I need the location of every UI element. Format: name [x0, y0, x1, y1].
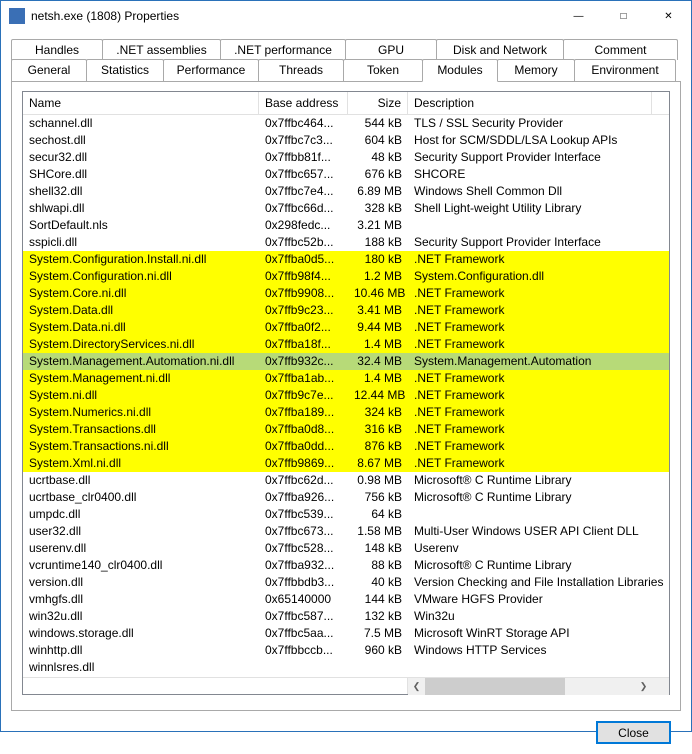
- column-name[interactable]: Name: [23, 92, 259, 114]
- listview-header[interactable]: Name Base address Size Description: [23, 92, 669, 115]
- table-row[interactable]: System.Xml.ni.dll0x7ffb9869...8.67 MB.NE…: [23, 455, 669, 472]
- tab-handles[interactable]: Handles: [11, 39, 103, 60]
- table-row[interactable]: sechost.dll0x7ffbc7c3...604 kBHost for S…: [23, 132, 669, 149]
- column-base-address[interactable]: Base address: [259, 92, 348, 114]
- tab--net-assemblies[interactable]: .NET assemblies: [102, 39, 221, 60]
- tabs-row-2: GeneralStatisticsPerformanceThreadsToken…: [11, 59, 681, 82]
- close-window-button[interactable]: ✕: [646, 1, 691, 31]
- column-description[interactable]: Description: [408, 92, 652, 114]
- table-row[interactable]: System.Core.ni.dll0x7ffb9908...10.46 MB.…: [23, 285, 669, 302]
- tab-gpu[interactable]: GPU: [345, 39, 437, 60]
- table-row[interactable]: secur32.dll0x7ffbb81f...48 kBSecurity Su…: [23, 149, 669, 166]
- title-bar[interactable]: netsh.exe (1808) Properties — □ ✕: [1, 1, 691, 31]
- tab--net-performance[interactable]: .NET performance: [220, 39, 346, 60]
- close-button[interactable]: Close: [596, 721, 671, 744]
- horizontal-scrollbar[interactable]: ❮ ❯: [23, 677, 669, 694]
- table-row[interactable]: System.Configuration.Install.ni.dll0x7ff…: [23, 251, 669, 268]
- scroll-left-icon[interactable]: ❮: [408, 678, 425, 695]
- dialog-footer: Close: [11, 711, 681, 744]
- table-row[interactable]: System.Numerics.ni.dll0x7ffba189...324 k…: [23, 404, 669, 421]
- table-row[interactable]: vcruntime140_clr0400.dll0x7ffba932...88 …: [23, 557, 669, 574]
- table-row[interactable]: SortDefault.nls0x298fedc...3.21 MB: [23, 217, 669, 234]
- table-row[interactable]: umpdc.dll0x7ffbc539...64 kB: [23, 506, 669, 523]
- tab-comment[interactable]: Comment: [563, 39, 678, 60]
- window-title: netsh.exe (1808) Properties: [31, 9, 556, 23]
- table-row[interactable]: System.ni.dll0x7ffb9c7e...12.44 MB.NET F…: [23, 387, 669, 404]
- scroll-thumb[interactable]: [425, 678, 565, 695]
- table-row[interactable]: SHCore.dll0x7ffbc657...676 kBSHCORE: [23, 166, 669, 183]
- table-row[interactable]: shell32.dll0x7ffbc7e4...6.89 MBWindows S…: [23, 183, 669, 200]
- table-row[interactable]: user32.dll0x7ffbc673...1.58 MBMulti-User…: [23, 523, 669, 540]
- listview-body[interactable]: schannel.dll0x7ffbc464...544 kBTLS / SSL…: [23, 115, 669, 677]
- maximize-button[interactable]: □: [601, 1, 646, 31]
- modules-listview[interactable]: Name Base address Size Description schan…: [22, 91, 670, 695]
- tabs-row-1: Handles.NET assemblies.NET performanceGP…: [11, 39, 681, 60]
- table-row[interactable]: System.Configuration.ni.dll0x7ffb98f4...…: [23, 268, 669, 285]
- table-row[interactable]: windows.storage.dll0x7ffbc5aa...7.5 MBMi…: [23, 625, 669, 642]
- column-size[interactable]: Size: [348, 92, 408, 114]
- table-row[interactable]: System.Transactions.dll0x7ffba0d8...316 …: [23, 421, 669, 438]
- table-row[interactable]: ucrtbase.dll0x7ffbc62d...0.98 MBMicrosof…: [23, 472, 669, 489]
- tab-disk-and-network[interactable]: Disk and Network: [436, 39, 564, 60]
- tab-modules[interactable]: Modules: [422, 59, 498, 82]
- table-row[interactable]: version.dll0x7ffbbdb3...40 kBVersion Che…: [23, 574, 669, 591]
- table-row[interactable]: schannel.dll0x7ffbc464...544 kBTLS / SSL…: [23, 115, 669, 132]
- tab-general[interactable]: General: [11, 59, 87, 82]
- table-row[interactable]: System.Data.ni.dll0x7ffba0f2...9.44 MB.N…: [23, 319, 669, 336]
- table-row[interactable]: winnlsres.dll: [23, 659, 669, 676]
- app-icon: [9, 8, 25, 24]
- tab-performance[interactable]: Performance: [163, 59, 259, 82]
- tab-statistics[interactable]: Statistics: [86, 59, 164, 82]
- table-row[interactable]: System.Management.Automation.ni.dll0x7ff…: [23, 353, 669, 370]
- modules-panel: Name Base address Size Description schan…: [11, 81, 681, 711]
- table-row[interactable]: ucrtbase_clr0400.dll0x7ffba926...756 kBM…: [23, 489, 669, 506]
- table-row[interactable]: winhttp.dll0x7ffbbccb...960 kBWindows HT…: [23, 642, 669, 659]
- scroll-right-icon[interactable]: ❯: [635, 678, 652, 695]
- table-row[interactable]: sspicli.dll0x7ffbc52b...188 kBSecurity S…: [23, 234, 669, 251]
- tab-token[interactable]: Token: [343, 59, 423, 82]
- table-row[interactable]: System.Management.ni.dll0x7ffba1ab...1.4…: [23, 370, 669, 387]
- table-row[interactable]: win32u.dll0x7ffbc587...132 kBWin32u: [23, 608, 669, 625]
- table-row[interactable]: vmhgfs.dll0x65140000144 kBVMware HGFS Pr…: [23, 591, 669, 608]
- table-row[interactable]: System.Transactions.ni.dll0x7ffba0dd...8…: [23, 438, 669, 455]
- tab-environment[interactable]: Environment: [574, 59, 676, 82]
- scroll-track[interactable]: [425, 678, 635, 695]
- table-row[interactable]: System.Data.dll0x7ffb9c23...3.41 MB.NET …: [23, 302, 669, 319]
- tab-memory[interactable]: Memory: [497, 59, 575, 82]
- tab-threads[interactable]: Threads: [258, 59, 344, 82]
- table-row[interactable]: System.DirectoryServices.ni.dll0x7ffba18…: [23, 336, 669, 353]
- table-row[interactable]: userenv.dll0x7ffbc528...148 kBUserenv: [23, 540, 669, 557]
- table-row[interactable]: shlwapi.dll0x7ffbc66d...328 kBShell Ligh…: [23, 200, 669, 217]
- minimize-button[interactable]: —: [556, 1, 601, 31]
